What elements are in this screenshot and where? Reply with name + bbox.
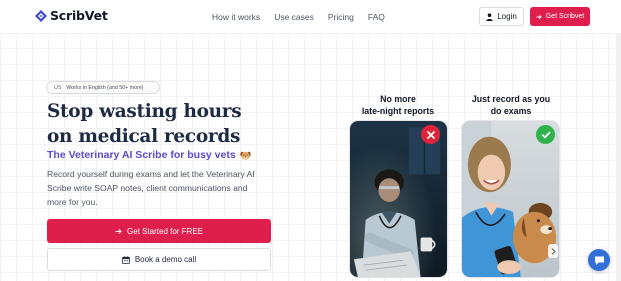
headline-line-1: Stop wasting hours: [47, 101, 242, 122]
subheadline: The Veterinary AI Scribe for busy vets: [47, 149, 251, 161]
left-card-caption: No more late-night reports: [348, 94, 448, 117]
chat-launcher-button[interactable]: [588, 249, 610, 271]
get-scribvet-label: Get Scribvet: [545, 13, 585, 20]
get-started-free-button[interactable]: Get Started for FREE: [47, 219, 271, 243]
carousel-next-button[interactable]: [548, 244, 558, 258]
nav-how-it-works[interactable]: How it works: [212, 12, 260, 22]
headline-line-2: on medical records: [47, 126, 241, 147]
page-title: Stop wasting hours on medical records: [47, 99, 317, 149]
get-scribvet-button[interactable]: Get Scribvet: [530, 7, 590, 26]
happy-vet-image: [461, 120, 560, 278]
nav-faq[interactable]: FAQ: [368, 12, 385, 22]
hero-description: Record yourself during exams and let the…: [47, 169, 255, 207]
nav-use-cases[interactable]: Use cases: [274, 12, 314, 22]
book-demo-button[interactable]: Book a demo call: [47, 248, 271, 271]
late-night-vet-illustration: [350, 121, 447, 277]
language-text: Works in English (and 50+ more): [66, 84, 144, 91]
site-header: ScribVet How it works Use cases Pricing …: [0, 0, 621, 34]
book-demo-label: Book a demo call: [134, 255, 197, 264]
right-card-caption: Just record as you do exams: [461, 94, 561, 117]
language-badge: US Works in English (and 50+ more): [46, 81, 160, 94]
arrow-right-icon: [115, 228, 122, 234]
red-x-icon: [421, 125, 440, 144]
login-button[interactable]: Login: [479, 7, 524, 26]
calendar-icon: [121, 255, 130, 264]
happy-vet-with-dog-illustration: [462, 121, 559, 277]
chevron-right-icon: [551, 247, 556, 255]
dog-face-icon: [240, 151, 251, 160]
main-nav: How it works Use cases Pricing FAQ: [212, 12, 399, 22]
late-night-vet-image: [349, 120, 448, 278]
person-icon: [486, 12, 493, 21]
page-scrollbar[interactable]: [616, 34, 621, 281]
subheadline-text: The Veterinary AI Scribe for busy vets: [47, 149, 236, 161]
left-caption-line-2: late-night reports: [361, 105, 435, 116]
nav-pricing[interactable]: Pricing: [328, 12, 354, 22]
login-label: Login: [497, 12, 517, 21]
brand-logo[interactable]: ScribVet: [34, 8, 108, 23]
arrow-right-icon: [536, 14, 542, 19]
brand-name: ScribVet: [50, 8, 108, 23]
right-caption-line-1: Just record as you: [471, 94, 551, 104]
right-caption-line-2: do exams: [490, 105, 532, 116]
left-caption-line-1: No more: [380, 94, 416, 104]
language-code: US: [54, 84, 62, 91]
chat-bubble-icon: [594, 256, 604, 265]
get-started-label: Get Started for FREE: [126, 226, 204, 236]
scribvet-logo-icon: [35, 9, 47, 22]
green-check-icon: [536, 125, 555, 144]
